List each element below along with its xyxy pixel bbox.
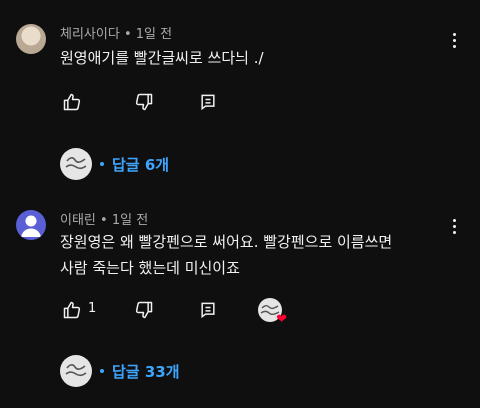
comment-text: 원영애기를 빨간글씨로 쓰다늬 ./ — [60, 45, 264, 71]
replies-dot — [100, 369, 104, 373]
more-vert-icon[interactable] — [446, 30, 462, 50]
more-vert-icon[interactable] — [446, 216, 462, 236]
comment-line: 원영애기를 빨간글씨로 쓰다늬 ./ — [60, 49, 264, 67]
channel-logo-icon — [65, 157, 87, 170]
comment-actions: 1 ❤ — [60, 298, 360, 326]
meta-separator: • — [100, 213, 108, 228]
heart-icon: ❤ — [276, 312, 287, 327]
comment-meta: 이태린 • 1일 전 — [60, 209, 148, 228]
creator-avatar — [60, 355, 92, 387]
reply-icon[interactable] — [198, 92, 218, 112]
replies-label[interactable]: 답글 33개 — [112, 361, 180, 382]
comment-text: 장원영은 왜 빨강펜으로 써어요. 빨강펜으로 이름쓰면 사람 죽는다 했는데 … — [60, 229, 392, 281]
user-icon — [21, 215, 41, 237]
reply-icon[interactable] — [198, 300, 218, 320]
comment-line: 사람 죽는다 했는데 미신이죠 — [60, 259, 240, 277]
comment-meta: 체리사이다 • 1일 전 — [60, 23, 172, 42]
comment-time[interactable]: 1일 전 — [112, 213, 148, 228]
thumbs-up-icon[interactable] — [62, 92, 82, 112]
creator-heart-badge: ❤ — [258, 298, 287, 326]
replies-toggle[interactable]: 답글 6개 — [60, 148, 169, 180]
author-name[interactable]: 이태린 — [60, 213, 96, 228]
replies-dot — [100, 162, 104, 166]
meta-separator: • — [123, 27, 132, 42]
avatar[interactable] — [16, 24, 46, 54]
avatar[interactable] — [16, 210, 46, 240]
comment-actions — [60, 92, 360, 114]
replies-toggle[interactable]: 답글 33개 — [60, 355, 180, 387]
thumbs-down-icon[interactable] — [134, 92, 154, 112]
thumbs-up-icon[interactable] — [62, 300, 82, 320]
thumbs-down-icon[interactable] — [134, 300, 154, 320]
channel-logo-icon — [65, 364, 87, 377]
like-count: 1 — [88, 301, 97, 316]
author-name[interactable]: 체리사이다 — [60, 27, 120, 42]
comment-line: 장원영은 왜 빨강펜으로 써어요. 빨강펜으로 이름쓰면 — [60, 233, 393, 251]
replies-label[interactable]: 답글 6개 — [112, 154, 169, 175]
comment-time[interactable]: 1일 전 — [136, 27, 172, 42]
creator-avatar — [60, 148, 92, 180]
